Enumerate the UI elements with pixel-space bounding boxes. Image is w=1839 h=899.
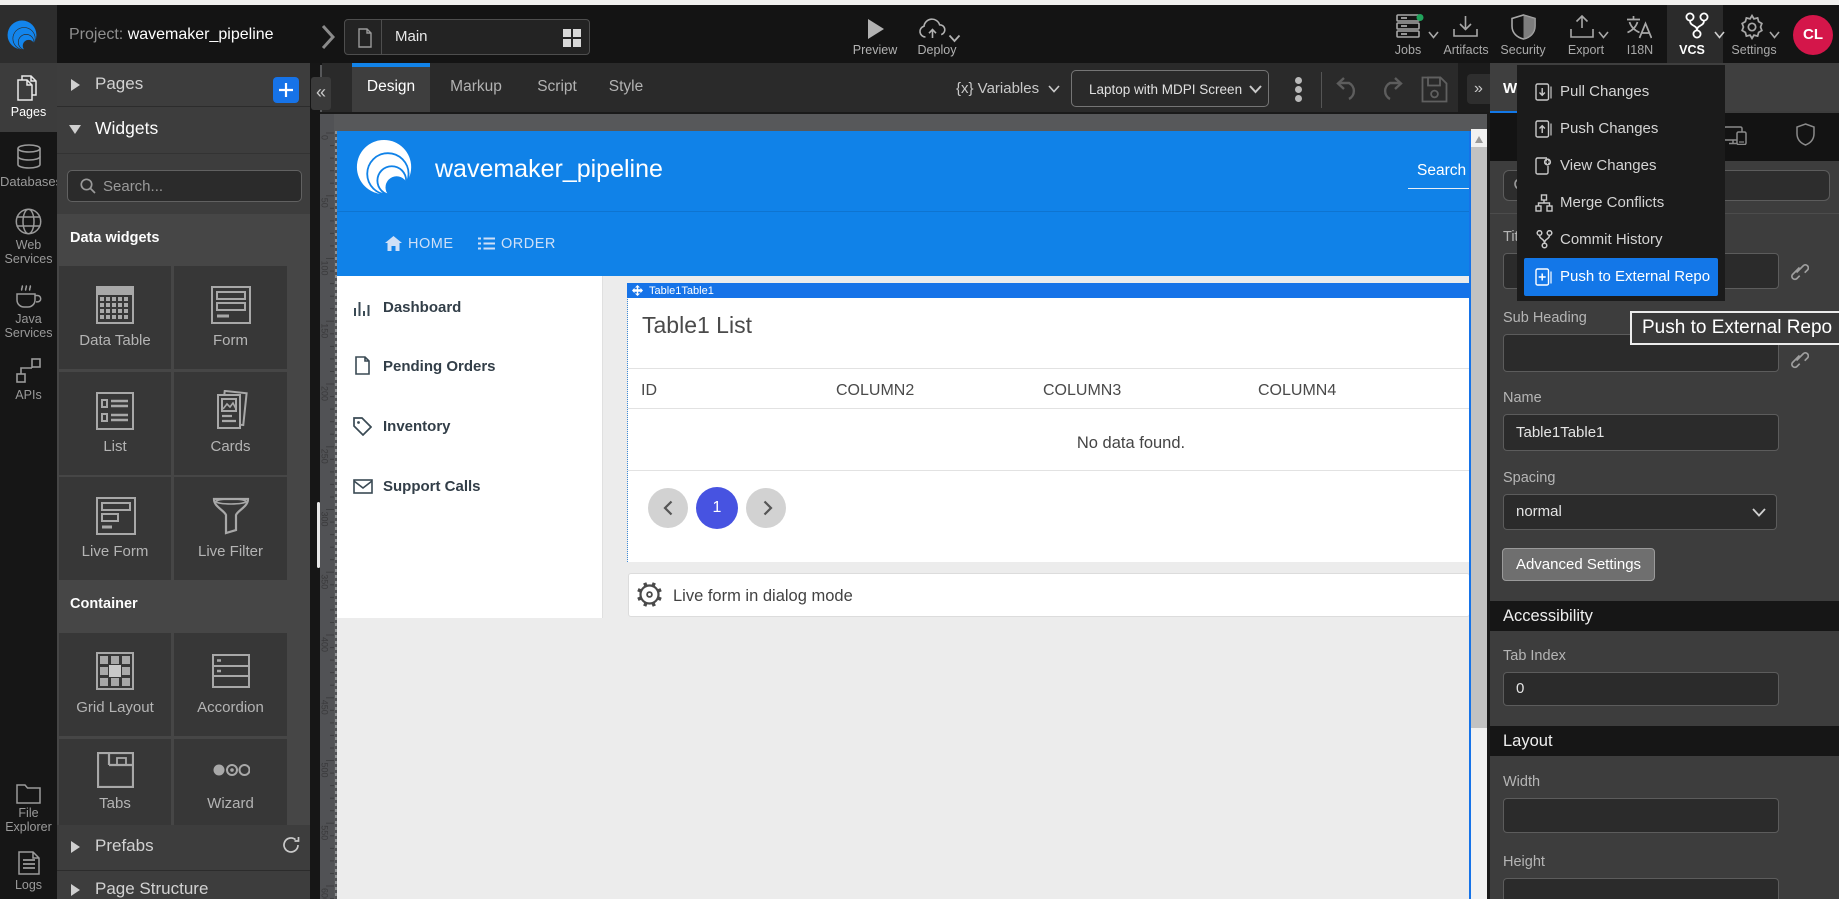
svg-text:350: 350 — [320, 574, 330, 589]
svg-text:150: 150 — [320, 323, 330, 338]
svg-text:200: 200 — [320, 386, 330, 401]
svg-text:50: 50 — [320, 198, 330, 208]
svg-text:600: 600 — [320, 888, 330, 899]
svg-text:400: 400 — [320, 637, 330, 652]
svg-text:450: 450 — [320, 700, 330, 715]
svg-text:250: 250 — [320, 449, 330, 464]
svg-text:550: 550 — [320, 825, 330, 840]
svg-text:500: 500 — [320, 763, 330, 778]
svg-text:0: 0 — [320, 135, 330, 140]
svg-text:100: 100 — [320, 261, 330, 276]
svg-text:300: 300 — [320, 512, 330, 527]
